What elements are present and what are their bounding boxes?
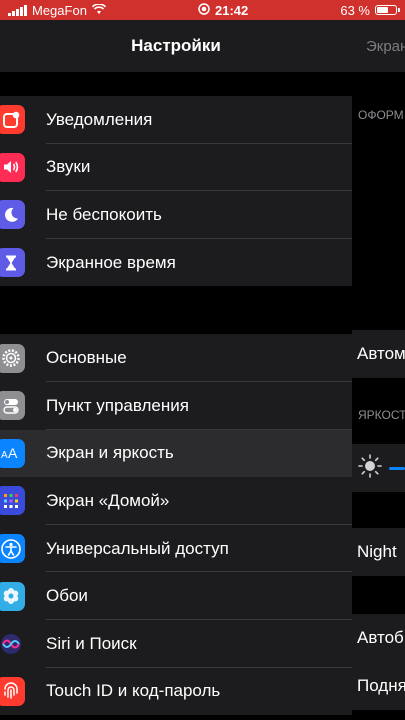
settings-item-label: Универсальный доступ <box>46 538 229 558</box>
settings-item-label: Экран и яркость <box>46 443 174 463</box>
settings-item-general[interactable]: Основные <box>0 334 352 382</box>
hourglass-icon <box>0 248 25 278</box>
status-bar: MegaFon 21:42 63 % <box>0 0 405 20</box>
raise-to-wake-row[interactable]: Подня <box>352 662 405 710</box>
svg-text:A: A <box>8 445 18 461</box>
brightness-sun-icon <box>357 453 383 484</box>
settings-item-home-screen[interactable]: Экран «Домой» <box>0 477 352 525</box>
settings-item-label: Экран «Домой» <box>46 490 170 510</box>
speaker-icon <box>0 152 25 182</box>
automatic-row[interactable]: Автом <box>352 330 405 378</box>
settings-group-2: Основные Пункт управления AA Экран и ярк… <box>0 334 352 716</box>
brightness-slider-track[interactable] <box>389 466 405 470</box>
siri-icon <box>0 629 25 659</box>
section-header-appearance: ОФОРМ <box>358 108 404 122</box>
flower-icon <box>0 581 25 611</box>
screen-record-icon <box>198 2 210 18</box>
auto-brightness-row[interactable]: Автоб <box>352 614 405 662</box>
settings-item-do-not-disturb[interactable]: Не беспокоить <box>0 191 352 239</box>
settings-item-label: Уведомления <box>46 109 153 129</box>
night-shift-row[interactable]: Night <box>352 528 405 576</box>
accessibility-icon <box>0 534 25 564</box>
settings-item-display-brightness[interactable]: AA Экран и яркость <box>0 429 352 478</box>
settings-item-touch-id[interactable]: Touch ID и код-пароль <box>0 668 352 716</box>
wifi-icon <box>91 2 106 18</box>
settings-item-accessibility[interactable]: Универсальный доступ <box>0 525 352 573</box>
settings-item-label: Пункт управления <box>46 395 189 415</box>
notifications-icon <box>0 105 25 135</box>
settings-item-label: Touch ID и код-пароль <box>46 681 221 701</box>
settings-master-list: Настройки Уведомления Звуки Не беспокоит… <box>0 20 352 720</box>
settings-group-1: Уведомления Звуки Не беспокоить Экранное… <box>0 96 352 287</box>
clock: 21:42 <box>215 2 249 18</box>
section-gap <box>0 72 352 96</box>
settings-item-label: Основные <box>46 348 127 368</box>
settings-item-label: Экранное время <box>46 252 176 272</box>
settings-item-sounds[interactable]: Звуки <box>0 144 352 192</box>
carrier-label: MegaFon <box>32 2 87 18</box>
settings-item-label: Siri и Поиск <box>46 633 137 653</box>
battery-fill <box>377 7 388 13</box>
battery-icon <box>375 5 400 15</box>
detail-title: Экран <box>352 20 405 72</box>
settings-item-label: Обои <box>46 586 88 606</box>
display-detail-pane: Экран ОФОРМ Автом ЯРКОСТ Night Автоб Под… <box>352 20 405 720</box>
section-gap <box>0 286 352 335</box>
home-grid-icon <box>0 486 25 516</box>
moon-icon <box>0 200 25 230</box>
battery-percent: 63 % <box>340 2 370 18</box>
section-header-brightness: ЯРКОСТ <box>358 408 405 422</box>
settings-item-control-center[interactable]: Пункт управления <box>0 382 352 430</box>
settings-item-wallpaper[interactable]: Обои <box>0 572 352 620</box>
brightness-slider-row[interactable] <box>352 444 405 492</box>
settings-item-screen-time[interactable]: Экранное время <box>0 239 352 287</box>
aa-icon: AA <box>0 438 25 468</box>
signal-icon <box>8 4 27 16</box>
settings-item-label: Не беспокоить <box>46 204 162 224</box>
fingerprint-icon <box>0 676 25 706</box>
settings-item-label: Звуки <box>46 157 91 177</box>
settings-item-siri-search[interactable]: Siri и Поиск <box>0 620 352 668</box>
settings-item-notifications[interactable]: Уведомления <box>0 96 352 144</box>
svg-text:A: A <box>1 450 8 461</box>
toggles-icon <box>0 391 25 421</box>
page-title: Настройки <box>0 20 352 72</box>
gear-icon <box>0 343 25 373</box>
